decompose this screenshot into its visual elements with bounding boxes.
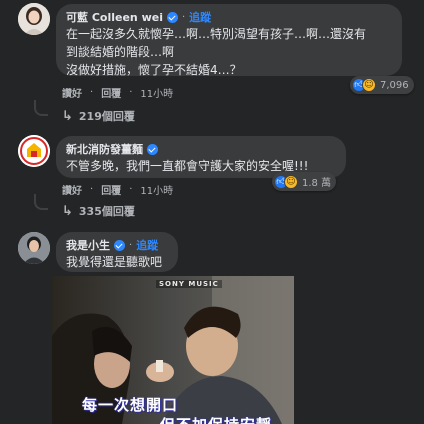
avatar[interactable] [18,232,50,264]
thread-connector [34,194,48,210]
timestamp[interactable]: 11小時 [140,182,173,197]
reply-arrow-icon: ↳ [62,203,73,219]
comment-1: 可藍 Colleen wei · 追蹤 在一起沒多久就懷孕…啊…特別渴望有孩子…… [0,0,424,125]
author-name[interactable]: 我是小生 [66,238,110,253]
thread-connector [34,100,48,116]
reply-button[interactable]: 回覆 [101,182,121,197]
replies-count-label: 219個回覆 [78,110,135,123]
follow-link[interactable]: 追蹤 [189,10,211,25]
comment-2: 新北消防發薑麵 不管多晚，我們一直都會守護大家的安全喔!!! 讚好 · 回覆 ·… [0,132,424,222]
separator-dot: · [129,240,133,251]
reaction-count: 1.8 萬 [302,178,332,189]
lyric-caption-line2: 但不加保持安靜 [160,414,272,424]
view-replies-link[interactable]: ↳ 335個回覆 [62,203,135,219]
author-name[interactable]: 新北消防發薑麵 [66,142,143,157]
comment-actions: 讚好 · 回覆 · 11小時 [62,182,173,197]
separator-dot: · [90,87,94,98]
reaction-summary[interactable]: 👍︎ ☺ 1.8 萬 [272,172,337,191]
lyric-caption-line1: 每一次想開口 [82,396,179,414]
comment-actions: 讚好 · 回覆 · 11小時 [62,85,173,100]
profile-photo-woman [18,3,50,35]
verified-icon [114,240,125,251]
like-button[interactable]: 讚好 [62,182,82,197]
replies-count-label: 335個回覆 [78,205,135,218]
follow-link[interactable]: 追蹤 [136,238,158,253]
like-button[interactable]: 讚好 [62,85,82,100]
separator-dot: · [90,184,94,195]
reply-arrow-icon: ↳ [62,108,73,124]
view-replies-link[interactable]: ↳ 219個回覆 [62,108,135,124]
comment-bubble: 我是小生 · 追蹤 我覺得還是聽歌吧 [56,232,178,272]
reply-button[interactable]: 回覆 [101,85,121,100]
comment-text: 我覺得還是聽歌吧 [66,255,163,269]
video-attachment[interactable]: SONY MUSIC 每一次想開口 但不加保持安靜 [52,276,294,424]
verified-icon [166,12,178,23]
author-name[interactable]: 可藍 Colleen wei [66,10,163,25]
verified-icon [147,144,158,155]
avatar[interactable] [18,135,50,167]
reaction-summary[interactable]: 👍︎ ☺ 7,096 [350,76,414,94]
separator-dot: · [129,184,133,195]
haha-icon: ☺ [284,174,298,189]
video-logo: SONY MUSIC [156,280,222,288]
separator-dot: · [129,87,133,98]
avatar[interactable] [18,3,50,35]
fire-department-logo [18,135,50,167]
reaction-count: 7,096 [380,79,409,91]
profile-photo-man [18,232,50,264]
comment-text: 在一起沒多久就懷孕…啊…特別渴望有孩子…啊…還沒有 到談結婚的階段…啊 沒做好措… [66,27,367,77]
haha-icon: ☺ [362,78,376,92]
timestamp[interactable]: 11小時 [140,85,173,100]
comment-bubble: 可藍 Colleen wei · 追蹤 在一起沒多久就懷孕…啊…特別渴望有孩子…… [56,4,402,77]
separator-dot: · [181,12,186,23]
